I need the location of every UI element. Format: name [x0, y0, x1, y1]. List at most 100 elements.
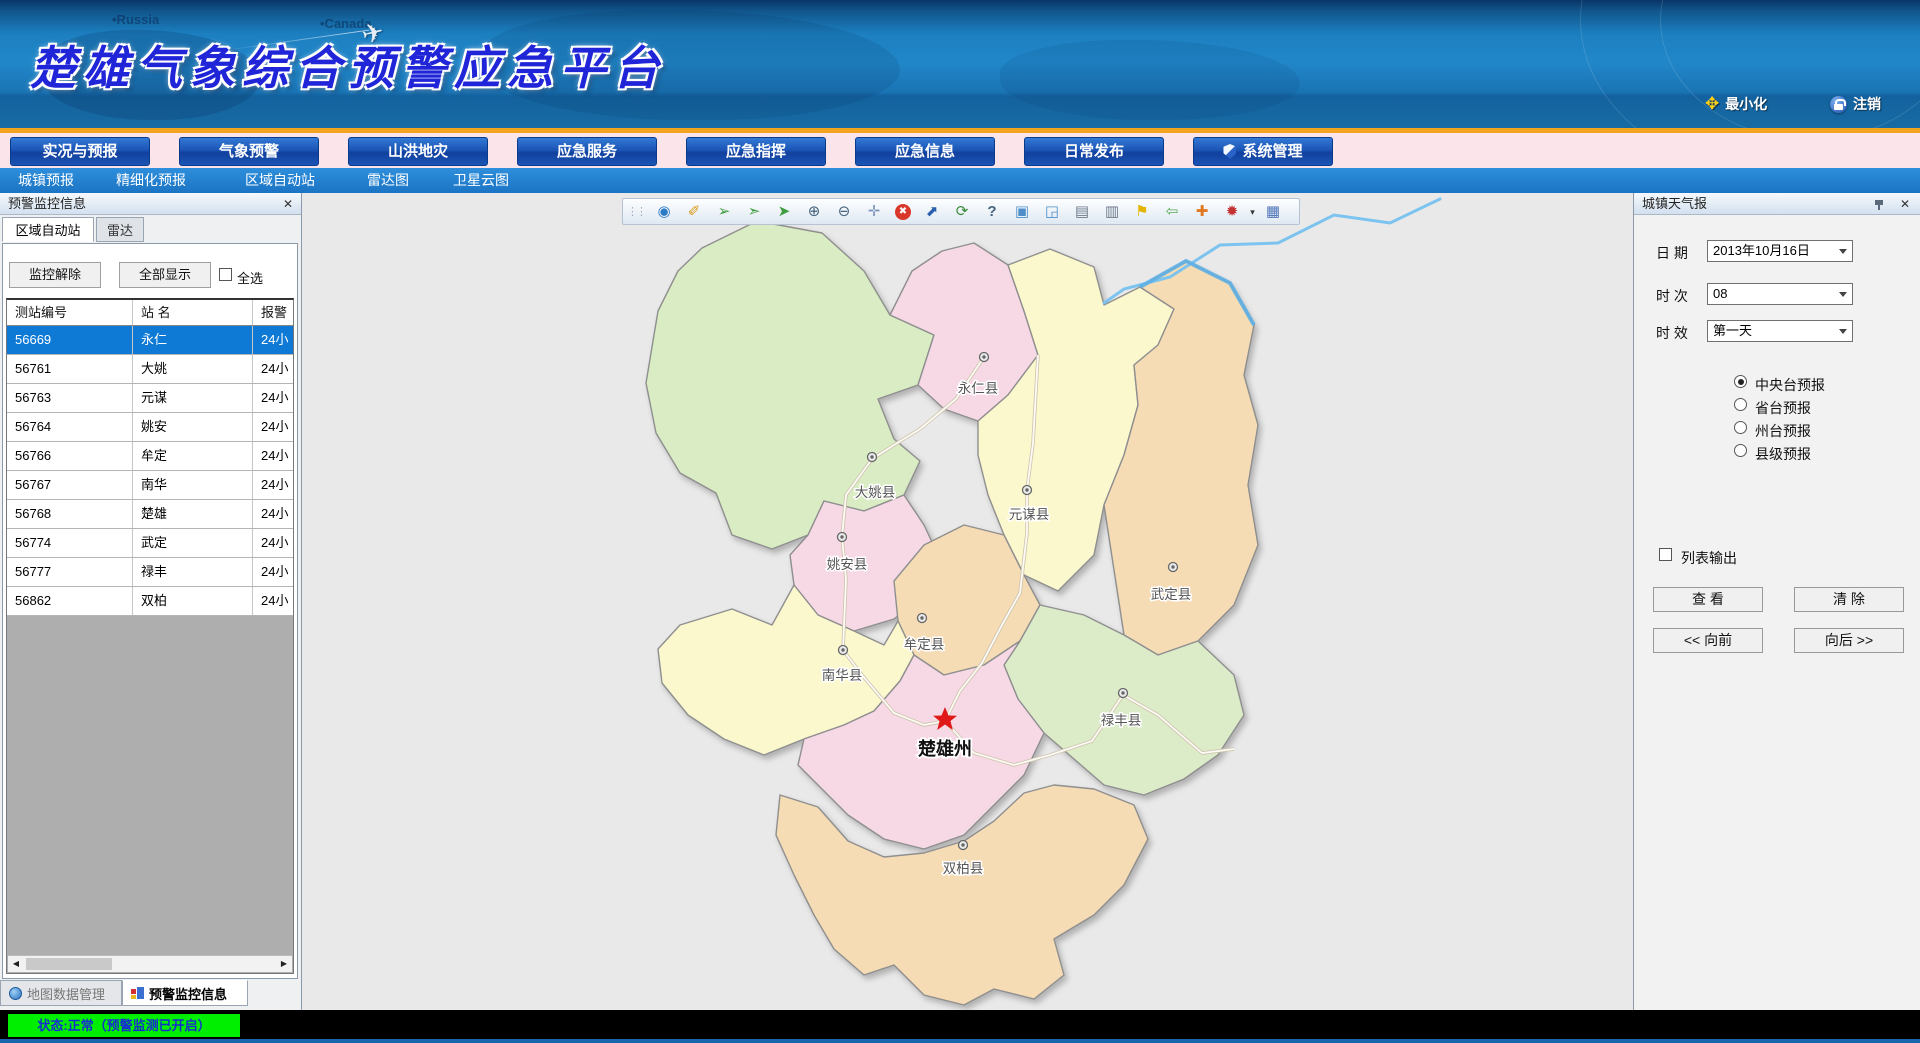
tab-weather-warning[interactable]: 气象预警	[179, 137, 319, 166]
region-label: 南华县	[822, 668, 863, 683]
bottom-edge	[0, 1039, 1920, 1043]
print-setup-icon[interactable]: ▥	[1101, 201, 1123, 223]
stop-icon[interactable]: ✖	[895, 204, 911, 220]
tab-live-forecast[interactable]: 实况与预报	[10, 137, 150, 166]
show-all-button[interactable]: 全部显示	[119, 262, 211, 288]
table-row[interactable]: 56766牟定24小	[7, 442, 294, 471]
radio-label: 省台预报	[1755, 398, 1811, 418]
minimize-button[interactable]: ✥ 最小化	[1705, 94, 1767, 114]
tab-flood-disaster[interactable]: 山洪地灾	[348, 137, 488, 166]
dock-tab-warning-monitor[interactable]: 预警监控信息	[122, 980, 248, 1006]
table-row[interactable]: 56777禄丰24小	[7, 558, 294, 587]
station-id: 56768	[7, 500, 133, 528]
dock-tab-map-data[interactable]: 地图数据管理	[0, 980, 122, 1006]
tab-emergency-info[interactable]: 应急信息	[855, 137, 995, 166]
scrollbar-thumb[interactable]	[26, 958, 112, 970]
radio-province-forecast[interactable]	[1734, 398, 1747, 411]
globe-icon[interactable]: ◉	[653, 201, 675, 223]
table-row[interactable]: 56767南华24小	[7, 471, 294, 500]
panel-grid-icon	[131, 987, 144, 1000]
tab-emergency-command[interactable]: 应急指挥	[686, 137, 826, 166]
identify-icon[interactable]: ?	[981, 201, 1003, 223]
select-arrow-icon[interactable]: ➣	[743, 201, 765, 223]
alarm-flash-icon[interactable]: ✹	[1221, 201, 1243, 223]
clear-button[interactable]: 清 除	[1794, 587, 1904, 612]
table-row[interactable]: 56763元谋24小	[7, 384, 294, 413]
prefecture-map: 大姚县 永仁县 元谋县 武定县 姚安县 牟定县 南华县 禄丰县 楚雄州 双柏县	[302, 193, 1633, 1010]
measure-icon[interactable]: ✐	[683, 201, 705, 223]
station-alarm: 24小	[253, 471, 294, 499]
map-text-russia: •Russia	[112, 12, 159, 27]
previous-button[interactable]: << 向前	[1653, 628, 1763, 653]
station-alarm: 24小	[253, 326, 294, 354]
refresh-icon[interactable]: ⟳	[951, 201, 973, 223]
scroll-left-icon[interactable]: ◀	[8, 956, 24, 972]
select-region-icon[interactable]: ➢	[713, 201, 735, 223]
back-icon[interactable]: ⇦	[1161, 201, 1183, 223]
tab-label: 日常发布	[1064, 138, 1124, 165]
next-button[interactable]: 向后 >>	[1794, 628, 1904, 653]
validity-select[interactable]: 第一天	[1707, 320, 1853, 342]
validity-label: 时 效	[1656, 323, 1688, 343]
table-row[interactable]: 56774武定24小	[7, 529, 294, 558]
submenu-refined-forecast[interactable]: 精细化预报	[116, 168, 186, 193]
station-name: 永仁	[133, 326, 253, 354]
legend-icon[interactable]: ▦	[1262, 201, 1284, 223]
submenu-town-forecast[interactable]: 城镇预报	[18, 168, 74, 193]
select-lasso-icon[interactable]: ➤	[773, 201, 795, 223]
tab-region-auto-station[interactable]: 区域自动站	[2, 217, 94, 242]
station-name: 元谋	[133, 384, 253, 412]
application-window: •Russia •Canada ✈ 楚雄气象综合预警应急平台 ✥ 最小化 注销 …	[0, 0, 1920, 1043]
release-monitor-button[interactable]: 监控解除	[9, 262, 101, 288]
table-row[interactable]: 56669永仁24小	[7, 326, 294, 355]
close-icon[interactable]: ✕	[280, 196, 296, 212]
tab-radar[interactable]: 雷达	[96, 217, 144, 242]
radio-county-forecast[interactable]	[1734, 444, 1747, 457]
list-output-checkbox[interactable]	[1659, 548, 1672, 561]
table-row[interactable]: 56862双柏24小	[7, 587, 294, 616]
left-panel-header: 预警监控信息	[0, 193, 301, 215]
tab-daily-release[interactable]: 日常发布	[1024, 137, 1164, 166]
add-overlay-icon[interactable]: ✚	[1191, 201, 1213, 223]
tab-emergency-service[interactable]: 应急服务	[517, 137, 657, 166]
full-extent-icon[interactable]: ⬈	[921, 201, 943, 223]
station-alarm: 24小	[253, 500, 294, 528]
submenu-auto-station[interactable]: 区域自动站	[245, 168, 315, 193]
table-row[interactable]: 56761大姚24小	[7, 355, 294, 384]
submenu-satellite-cloud[interactable]: 卫星云图	[453, 168, 509, 193]
pin-icon[interactable]	[1874, 199, 1885, 210]
radio-prefecture-forecast[interactable]	[1734, 421, 1747, 434]
snapshot-icon[interactable]: ◲	[1041, 201, 1063, 223]
map-canvas[interactable]: 大姚县 永仁县 元谋县 武定县 姚安县 牟定县 南华县 禄丰县 楚雄州 双柏县 …	[302, 193, 1633, 1010]
submenu-radar-map[interactable]: 雷达图	[367, 168, 409, 193]
tab-system-management[interactable]: 系统管理	[1193, 137, 1333, 166]
radio-central-forecast[interactable]	[1734, 375, 1747, 388]
table-row[interactable]: 56764姚安24小	[7, 413, 294, 442]
radio-label: 县级预报	[1755, 444, 1811, 464]
logout-button[interactable]: 注销	[1830, 94, 1881, 114]
zoom-out-icon[interactable]: ⊖	[833, 201, 855, 223]
map-toolbar: ⋮⋮ ◉ ✐ ➢ ➣ ➤ ⊕ ⊖ ✛ ✖ ⬈ ⟳ ? ▣ ◲ ▤ ▥ ⚑ ⇦ ✚…	[622, 198, 1300, 225]
page-title: 楚雄气象综合预警应急平台	[30, 32, 666, 98]
column-station-id: 测站编号	[7, 300, 133, 325]
view-button[interactable]: 查 看	[1653, 587, 1763, 612]
shield-icon	[1223, 144, 1236, 159]
image-icon[interactable]: ▣	[1011, 201, 1033, 223]
print-icon[interactable]: ▤	[1071, 201, 1093, 223]
table-row[interactable]: 56768楚雄24小	[7, 500, 294, 529]
close-icon[interactable]: ✕	[1897, 196, 1913, 212]
scroll-right-icon[interactable]: ▶	[276, 956, 292, 972]
date-select[interactable]: 2013年10月16日	[1707, 240, 1853, 262]
dropdown-caret-icon[interactable]: ▾	[1248, 201, 1257, 223]
marker-icon[interactable]: ⚑	[1131, 201, 1153, 223]
toolbar-grip[interactable]: ⋮⋮	[627, 205, 645, 218]
select-all-checkbox[interactable]	[219, 268, 232, 281]
horizontal-scrollbar[interactable]: ◀ ▶	[8, 955, 292, 972]
pan-icon[interactable]: ✛	[863, 201, 885, 223]
station-alarm: 24小	[253, 413, 294, 441]
zoom-in-icon[interactable]: ⊕	[803, 201, 825, 223]
dock-tab-label: 地图数据管理	[27, 984, 105, 1003]
time-value: 08	[1713, 286, 1727, 301]
station-alarm: 24小	[253, 442, 294, 470]
time-select[interactable]: 08	[1707, 283, 1853, 305]
